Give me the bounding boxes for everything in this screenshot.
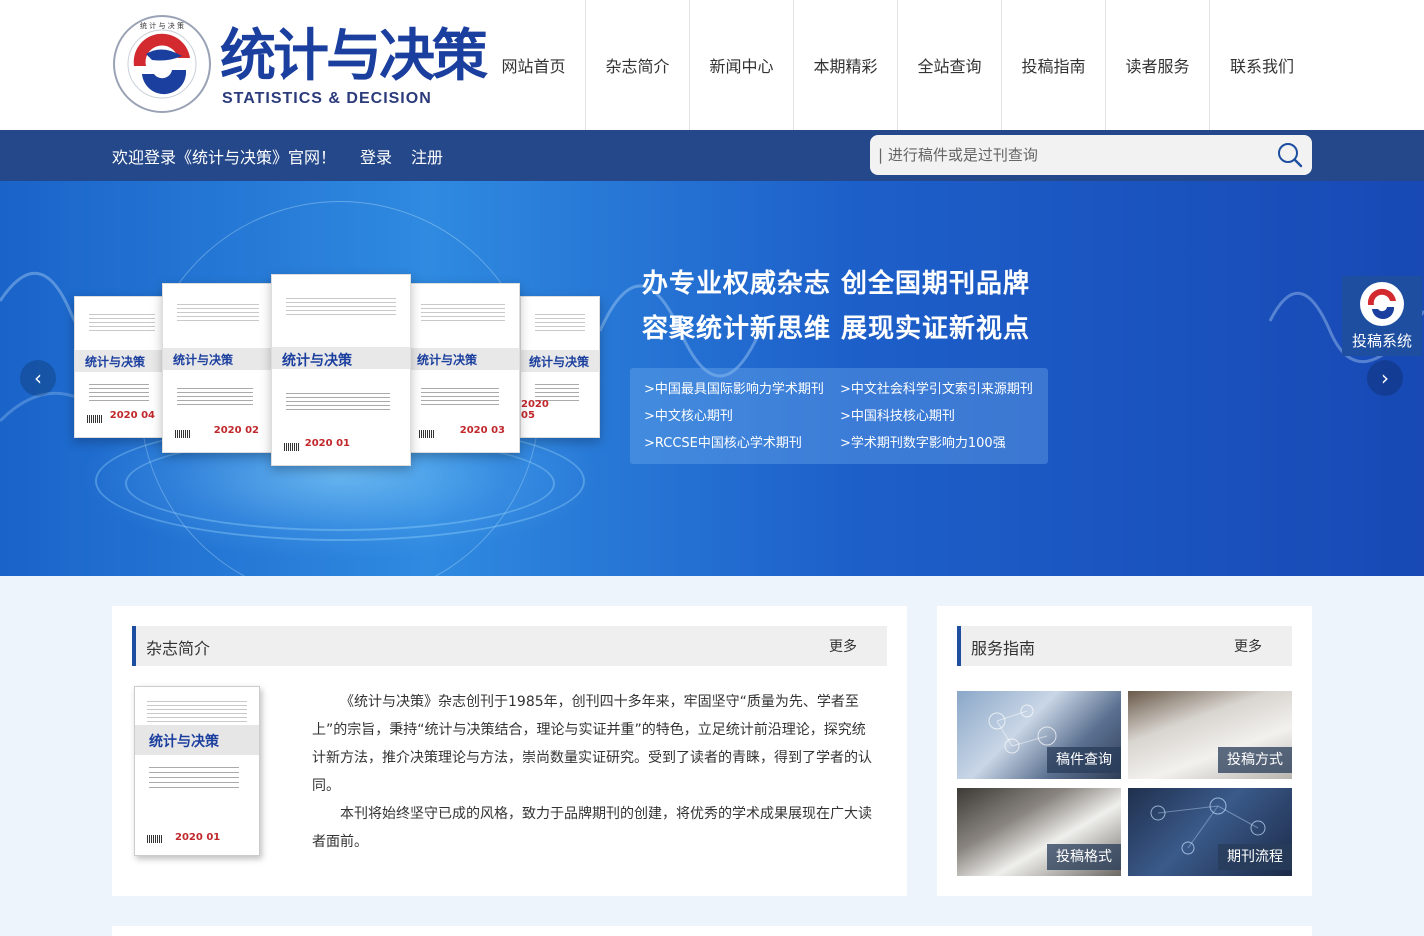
logo-chinese-text: 统计与决策 <box>220 24 488 89</box>
carousel-next-button[interactable]: › <box>1367 360 1403 396</box>
cover-issue: 2020 01 <box>304 438 350 449</box>
honor-tag: >中文核心期刊 <box>644 409 733 424</box>
intro-paragraph: 《统计与决策》杂志创刊于1985年，创刊四十多年来，牢固坚守“质量为先、学者至上… <box>312 694 872 794</box>
honor-tag: >RCCSE中国核心学术期刊 <box>644 436 802 451</box>
nav-contact[interactable]: 联系我们 <box>1210 0 1314 130</box>
service-label: 投稿方式 <box>1218 747 1292 773</box>
chevron-right-icon: › <box>1381 366 1389 390</box>
nav-site-search[interactable]: 全站查询 <box>898 0 1002 130</box>
site-logo[interactable]: 统 计 与 决 策 统计与决策 STATISTICS & DECISION <box>112 14 488 114</box>
journal-emblem-icon <box>1360 282 1404 326</box>
nav-reader-service[interactable]: 读者服务 <box>1106 0 1210 130</box>
nav-submission-guide[interactable]: 投稿指南 <box>1002 0 1106 130</box>
service-guide-panel: 服务指南 更多 稿件查询 投稿方式 投稿格式 期刊流程 <box>937 606 1312 896</box>
hero-banner: 统计与决策 2020 04 统计与决策 2020 05 统计与决策 2020 0… <box>0 181 1424 576</box>
chevron-left-icon: ‹ <box>34 366 42 390</box>
cover-logo: 统计与决策 <box>529 355 590 370</box>
panel-header: 杂志简介 更多 <box>132 626 887 666</box>
honor-tag: >中国科技核心期刊 <box>840 409 955 424</box>
main-nav: 网站首页 杂志简介 新闻中心 本期精彩 全站查询 投稿指南 读者服务 联系我们 <box>482 0 1314 130</box>
register-link[interactable]: 注册 <box>411 144 443 168</box>
honor-tag: >中文社会科学引文索引来源期刊 <box>840 382 1033 397</box>
search-icon[interactable] <box>1276 141 1304 169</box>
nav-home[interactable]: 网站首页 <box>482 0 586 130</box>
more-link[interactable]: 更多 <box>1234 636 1262 656</box>
cover-issue: 2020 03 <box>459 425 505 436</box>
service-label: 投稿格式 <box>1047 844 1121 870</box>
cover-issue: 2020 05 <box>521 399 549 421</box>
cover-issue: 2020 01 <box>175 832 221 843</box>
nav-about[interactable]: 杂志简介 <box>586 0 690 130</box>
cover-logo: 统计与决策 <box>149 734 219 750</box>
service-manuscript-query[interactable]: 稿件查询 <box>957 691 1121 779</box>
search-input[interactable] <box>878 143 1268 167</box>
journal-intro-panel: 杂志简介 更多 统计与决策 2020 01 《统计与决策》杂志创刊于1985年，… <box>112 606 907 896</box>
next-section-panel <box>112 926 1312 936</box>
more-link[interactable]: 更多 <box>829 636 857 656</box>
nav-current-issue[interactable]: 本期精彩 <box>794 0 898 130</box>
cover-logo: 统计与决策 <box>282 353 352 370</box>
panel-title: 杂志简介 <box>146 639 211 658</box>
panel-header: 服务指南 更多 <box>957 626 1292 666</box>
service-submission-format[interactable]: 投稿格式 <box>957 788 1121 876</box>
service-label: 期刊流程 <box>1218 844 1292 870</box>
banner-cover: 统计与决策 2020 03 <box>406 283 520 453</box>
cover-logo: 统计与决策 <box>85 355 146 370</box>
service-label: 稿件查询 <box>1047 747 1121 773</box>
login-bar: 欢迎登录《统计与决策》官网！ 登录 注册 <box>0 130 1424 181</box>
svg-text:统 计 与 决 策: 统 计 与 决 策 <box>140 21 184 30</box>
journal-cover[interactable]: 统计与决策 2020 01 <box>134 686 260 856</box>
login-link[interactable]: 登录 <box>360 144 392 168</box>
journal-intro-text: 《统计与决策》杂志创刊于1985年，创刊四十多年来，牢固坚守“质量为先、学者至上… <box>312 688 878 856</box>
carousel-prev-button[interactable]: ‹ <box>20 360 56 396</box>
cover-issue: 2020 02 <box>213 425 259 436</box>
journal-emblem-icon: 统 计 与 决 策 <box>113 15 211 113</box>
welcome-text: 欢迎登录《统计与决策》官网！ <box>112 148 337 167</box>
cover-logo: 统计与决策 <box>417 352 478 367</box>
intro-paragraph: 本刊将始终坚守已成的风格，致力于品牌期刊的创建，将优秀的学术成果展现在广大读者面… <box>312 806 872 850</box>
cover-logo: 统计与决策 <box>173 352 234 367</box>
honor-tag: >学术期刊数字影响力100强 <box>840 436 1006 451</box>
banner-slogan: 容聚统计新思维 展现实证新视点 <box>642 314 1031 344</box>
banner-cover: 统计与决策 2020 04 <box>74 296 170 438</box>
banner-cover: 统计与决策 2020 01 <box>271 274 411 466</box>
service-submission-method[interactable]: 投稿方式 <box>1128 691 1292 779</box>
search-box <box>870 135 1312 175</box>
honor-tag: >中国最具国际影响力学术期刊 <box>644 382 824 397</box>
banner-slogan: 办专业权威杂志 创全国期刊品牌 <box>642 269 1031 299</box>
nav-news[interactable]: 新闻中心 <box>690 0 794 130</box>
service-publication-process[interactable]: 期刊流程 <box>1128 788 1292 876</box>
banner-cover: 统计与决策 2020 05 <box>520 296 600 438</box>
cover-issue: 2020 04 <box>109 410 155 421</box>
banner-cover: 统计与决策 2020 02 <box>162 283 274 453</box>
panel-title: 服务指南 <box>971 639 1036 658</box>
logo-english-text: STATISTICS & DECISION <box>222 90 432 107</box>
submission-system-button[interactable]: 投稿系统 <box>1342 276 1422 356</box>
submission-system-label: 投稿系统 <box>1351 332 1412 350</box>
site-header: 统 计 与 决 策 统计与决策 STATISTICS & DECISION 网站… <box>0 0 1424 130</box>
journal-honors: >中国最具国际影响力学术期刊 >中文社会科学引文索引来源期刊 >中文核心期刊 >… <box>630 368 1048 464</box>
